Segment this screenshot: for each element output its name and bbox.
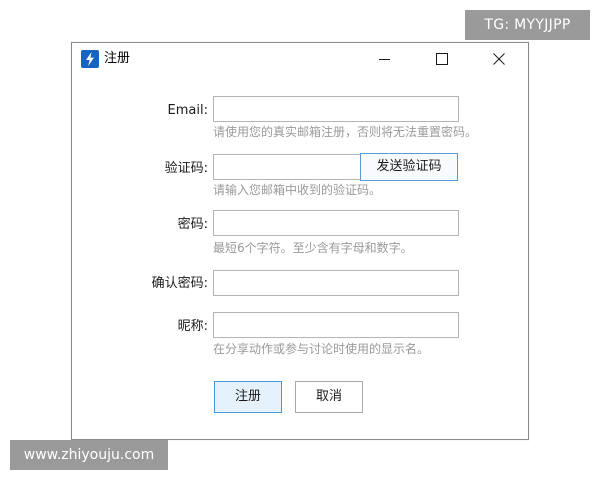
verification-code-field[interactable]: [213, 154, 361, 180]
send-code-button[interactable]: 发送验证码: [360, 153, 458, 181]
close-icon: [493, 53, 505, 65]
maximize-button[interactable]: [419, 43, 465, 75]
confirm-password-field[interactable]: [213, 270, 459, 296]
maximize-icon: [436, 53, 448, 65]
password-hint: 最短6个字符。至少含有字母和数字。: [213, 241, 413, 255]
window-title: 注册: [104, 51, 131, 66]
close-button[interactable]: [476, 43, 522, 75]
verification-code-label: 验证码:: [164, 161, 208, 176]
password-label: 密码:: [177, 217, 208, 232]
minimize-button[interactable]: [361, 43, 407, 75]
lightning-icon: [81, 50, 99, 68]
watermark-bottom-left: www.zhiyouju.com: [10, 440, 168, 470]
nickname-hint: 在分享动作或参与讨论时使用的显示名。: [213, 342, 430, 356]
email-hint: 请使用您的真实邮箱注册，否则将无法重置密码。: [213, 125, 478, 139]
cancel-button[interactable]: 取消: [295, 381, 363, 413]
nickname-label: 昵称:: [177, 319, 208, 334]
title-bar[interactable]: 注册: [72, 43, 528, 75]
register-dialog: 注册 Email: 请使用您的真实邮箱注册，否则将无法重置密码。 验证码: 发送…: [71, 42, 529, 440]
nickname-field[interactable]: [213, 312, 459, 338]
watermark-top-right: TG: MYYJJPP: [465, 10, 590, 40]
email-label: Email:: [167, 103, 208, 118]
email-field[interactable]: [213, 96, 459, 122]
register-button[interactable]: 注册: [214, 381, 282, 413]
confirm-password-label: 确认密码:: [151, 276, 208, 291]
minimize-icon: [379, 59, 390, 60]
password-field[interactable]: [213, 210, 459, 236]
verification-code-hint: 请输入您邮箱中收到的验证码。: [213, 183, 382, 197]
